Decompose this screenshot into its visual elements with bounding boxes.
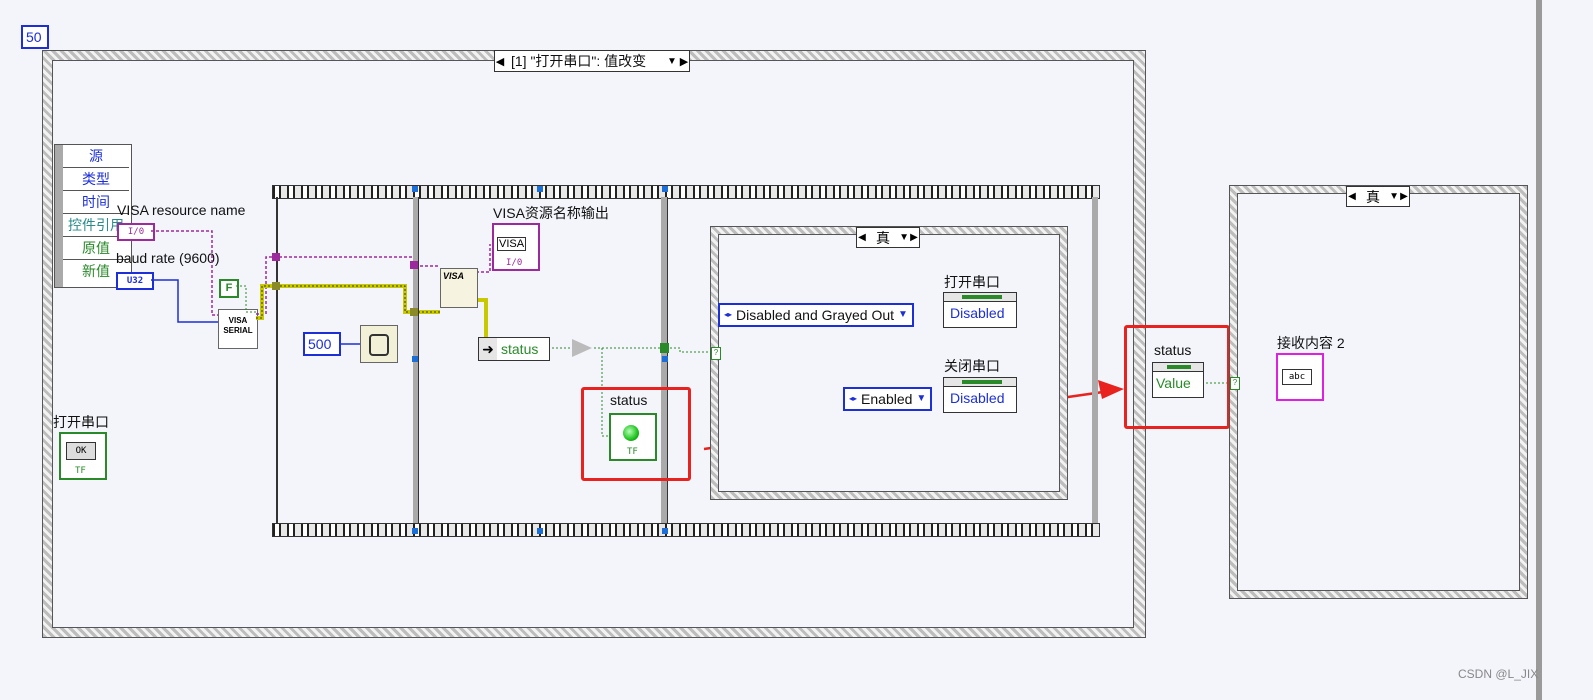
enabled-enum-text: Enabled — [861, 391, 913, 407]
open-port-button-label: 打开串口 — [53, 414, 109, 430]
status-indicator-label: status — [610, 392, 648, 408]
tunnel — [412, 356, 418, 362]
prop-header — [944, 293, 1016, 302]
next-case-icon[interactable]: ▶ — [1399, 191, 1409, 202]
wait-ms-constant[interactable]: 500 — [303, 332, 341, 356]
case-dropdown-icon[interactable]: ▼ — [899, 232, 909, 243]
dropdown-icon[interactable]: ▼ — [916, 389, 926, 409]
visa-node[interactable]: VISA — [440, 268, 478, 308]
disabled-enum-constant[interactable]: ◂▸ Disabled and Grayed Out ▼ — [718, 303, 914, 327]
enum-arrows-icon: ◂▸ — [724, 310, 733, 319]
open-button-text: OK — [66, 442, 96, 460]
inner-case-label: 真 — [876, 229, 891, 246]
status-prop-label: status — [1154, 342, 1192, 358]
receive-terminal-text: abc — [1282, 369, 1312, 385]
right-case-label: 真 — [1366, 188, 1381, 205]
visa-out-terminal: VISA I/0 — [492, 223, 540, 271]
annotation-arrowhead — [1098, 380, 1124, 399]
visa-node-icon: VISA — [443, 271, 465, 281]
open-port-button-terminal[interactable]: OK TF — [59, 432, 107, 480]
disabled-enum-text: Disabled and Grayed Out — [736, 307, 895, 323]
tunnel — [662, 528, 668, 534]
close-port-prop-label: 关闭串口 — [944, 358, 1000, 374]
inner-case-inner — [718, 234, 1060, 492]
visa-out-type: I/0 — [506, 258, 523, 268]
wait-ms-node[interactable] — [360, 325, 398, 363]
tunnel — [410, 308, 418, 316]
prev-case-icon[interactable]: ◀ — [1347, 191, 1357, 202]
inner-case-selector[interactable]: ◀ 真 ▼ ▶ — [856, 227, 920, 248]
tunnel — [410, 261, 418, 269]
tunnel — [412, 186, 418, 192]
close-port-disabled-prop: Disabled — [950, 390, 1005, 406]
tunnel — [412, 528, 418, 534]
case-input-tunnel: ? — [711, 347, 721, 360]
receive-terminal: abc — [1276, 353, 1324, 401]
watermark: CSDN @L_JIX — [1458, 667, 1539, 681]
close-port-prop-node[interactable]: Disabled — [943, 377, 1017, 413]
prop-header — [1153, 363, 1203, 372]
enum-arrows-icon: ◂▸ — [849, 394, 858, 403]
case-input-tunnel: ? — [1230, 377, 1240, 390]
visa-wire — [151, 230, 218, 316]
clock-icon — [369, 334, 389, 356]
open-port-prop-node[interactable]: Disabled — [943, 292, 1017, 328]
led-icon — [623, 425, 639, 441]
prop-header — [944, 378, 1016, 387]
tunnel — [662, 186, 668, 192]
bool-wire — [236, 285, 256, 313]
next-case-icon[interactable]: ▶ — [909, 232, 919, 243]
prev-case-icon[interactable]: ◀ — [857, 232, 867, 243]
tunnel — [660, 343, 669, 353]
baud-wire — [151, 279, 218, 323]
tunnel — [662, 356, 668, 362]
tunnel — [272, 282, 280, 290]
tunnel — [537, 186, 543, 192]
visa-out-text: VISA — [497, 237, 527, 251]
status-led-type: TF — [627, 447, 638, 457]
open-port-disabled-prop: Disabled — [950, 305, 1005, 321]
case-dropdown-icon[interactable]: ▼ — [1389, 191, 1399, 202]
tunnel — [272, 253, 280, 261]
unbundle-status-text: status — [501, 341, 539, 357]
status-prop-value: Value — [1156, 375, 1191, 391]
visa-out-label: VISA资源名称输出 — [493, 205, 609, 221]
right-case-selector[interactable]: ◀ 真 ▼ ▶ — [1346, 186, 1410, 207]
receive-label: 接收内容 2 — [1277, 335, 1345, 351]
status-led-terminal: TF — [609, 413, 657, 461]
open-port-prop-label: 打开串口 — [944, 274, 1000, 290]
dropdown-icon[interactable]: ▼ — [898, 305, 908, 325]
sequence-bottom-film — [272, 523, 1100, 537]
tunnel — [537, 528, 543, 534]
status-prop-node[interactable]: Value — [1152, 362, 1204, 398]
open-button-type: TF — [75, 466, 86, 476]
unbundle-node[interactable]: ➜ status — [478, 337, 550, 361]
enabled-enum-constant[interactable]: ◂▸ Enabled ▼ — [843, 387, 933, 411]
not-gate-icon[interactable] — [572, 339, 592, 357]
arrow-right-icon: ➜ — [479, 338, 497, 360]
